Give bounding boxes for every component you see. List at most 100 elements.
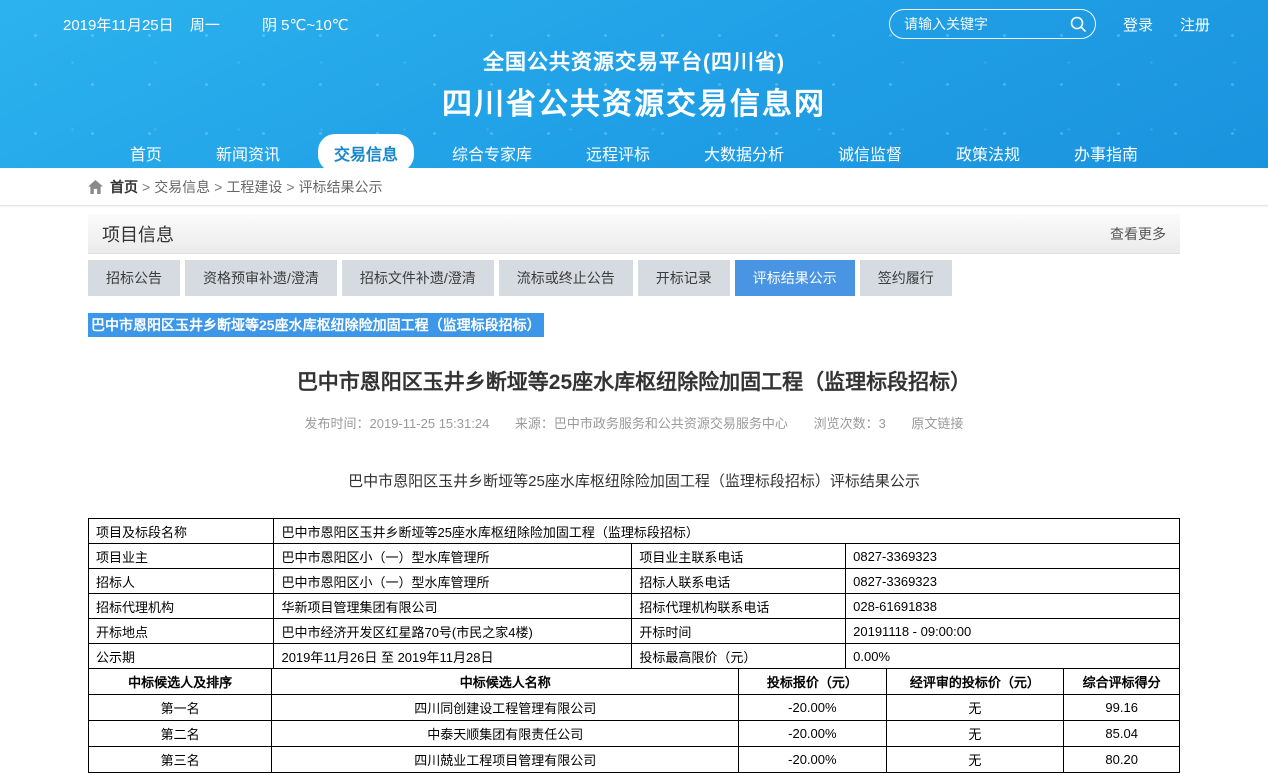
breadcrumb-separator: > [142, 179, 150, 195]
login-link[interactable]: 登录 [1123, 14, 1153, 35]
nav-item-guide[interactable]: 办事指南 [1058, 134, 1154, 168]
table-row: 项目业主 巴中市恩阳区小（一）型水库管理所 项目业主联系电话 0827-3369… [89, 544, 1180, 569]
nav-item-home[interactable]: 首页 [114, 134, 178, 168]
publish-time: 发布时间：2019-11-25 15:31:24 [305, 416, 490, 431]
breadcrumb: 首页 > 交易信息 > 工程建设 > 评标结果公示 [88, 168, 1180, 205]
candidate-name: 中泰天顺集团有限责任公司 [272, 721, 739, 747]
table-row: 招标代理机构 华新项目管理集团有限公司 招标代理机构联系电话 028-61691… [89, 594, 1180, 619]
breadcrumb-separator: > [214, 179, 222, 195]
article-subtitle: 巴中市恩阳区玉井乡断垭等25座水库枢纽除险加固工程（监理标段招标）评标结果公示 [88, 470, 1180, 491]
info-value: 巴中市恩阳区小（一）型水库管理所 [274, 569, 632, 594]
info-label: 开标地点 [89, 619, 274, 644]
table-row: 第二名 中泰天顺集团有限责任公司 -20.00% 无 85.04 [89, 721, 1180, 747]
tab-contract-performance[interactable]: 签约履行 [860, 260, 952, 296]
candidate-score: 85.04 [1064, 721, 1180, 747]
home-icon [88, 180, 103, 194]
breadcrumb-construction[interactable]: 工程建设 [226, 177, 282, 197]
info-label: 项目及标段名称 [89, 519, 274, 544]
nav-item-trade-info[interactable]: 交易信息 [318, 134, 414, 168]
info-label: 招标代理机构 [89, 594, 274, 619]
tab-tender-announcement[interactable]: 招标公告 [88, 260, 180, 296]
nav-item-expert-pool[interactable]: 综合专家库 [436, 134, 548, 168]
date-weather: 2019年11月25日 周一 阴 5℃~10℃ [63, 14, 361, 35]
info-label: 招标人 [89, 569, 274, 594]
candidate-name: 四川同创建设工程管理有限公司 [272, 695, 739, 721]
candidate-bid-price: -20.00% [739, 695, 886, 721]
candidate-rank: 第三名 [89, 747, 272, 773]
info-label: 投标最高限价（元） [632, 644, 846, 669]
topbar: 2019年11月25日 周一 阴 5℃~10℃ 登录 注册 [0, 0, 1268, 39]
weekday-text: 周一 [190, 17, 220, 34]
nav-item-big-data[interactable]: 大数据分析 [688, 134, 800, 168]
nav-item-remote-evaluation[interactable]: 远程评标 [570, 134, 666, 168]
view-more-link[interactable]: 查看更多 [1110, 224, 1166, 244]
info-label: 项目业主 [89, 544, 274, 569]
weather-text: 阴 5℃~10℃ [262, 17, 349, 34]
table-row: 公示期 2019年11月26日 至 2019年11月28日 投标最高限价（元） … [89, 644, 1180, 669]
table-row: 第一名 四川同创建设工程管理有限公司 -20.00% 无 99.16 [89, 695, 1180, 721]
nav-item-integrity[interactable]: 诚信监督 [822, 134, 918, 168]
info-value: 0827-3369323 [846, 544, 1180, 569]
register-link[interactable]: 注册 [1180, 14, 1210, 35]
tab-bid-opening-record[interactable]: 开标记录 [638, 260, 730, 296]
info-value: 巴中市恩阳区小（一）型水库管理所 [274, 544, 632, 569]
project-link-highlighted[interactable]: 巴中市恩阳区玉井乡断垭等25座水库枢纽除险加固工程（监理标段招标） [88, 313, 544, 337]
project-tabs: 招标公告 资格预审补遗/澄清 招标文件补遗/澄清 流标或终止公告 开标记录 评标… [88, 260, 1180, 296]
search-input[interactable] [892, 16, 1069, 32]
candidate-name: 四川兢业工程项目管理有限公司 [272, 747, 739, 773]
info-value: 巴中市经济开发区红星路70号(市民之家4楼) [274, 619, 632, 644]
site-header: 2019年11月25日 周一 阴 5℃~10℃ 登录 注册 全国公共资源交易平台… [0, 0, 1268, 168]
table-header-row: 中标候选人及排序 中标候选人名称 投标报价（元） 经评审的投标价（元） 综合评标… [89, 669, 1180, 695]
date-text: 2019年11月25日 [63, 17, 174, 34]
info-value: 巴中市恩阳区玉井乡断垭等25座水库枢纽除险加固工程（监理标段招标） [274, 519, 1180, 544]
view-count: 浏览次数：3 [814, 416, 886, 431]
breadcrumb-trade-info[interactable]: 交易信息 [154, 177, 210, 197]
tab-evaluation-result[interactable]: 评标结果公示 [735, 260, 855, 296]
info-label: 开标时间 [632, 619, 846, 644]
info-value: 0.00% [846, 644, 1180, 669]
article-title: 巴中市恩阳区玉井乡断垭等25座水库枢纽除险加固工程（监理标段招标） [88, 366, 1180, 396]
breadcrumb-separator: > [286, 179, 294, 195]
article-meta: 发布时间：2019-11-25 15:31:24 来源：巴中市政务服务和公共资源… [88, 413, 1180, 432]
candidate-score: 80.20 [1064, 747, 1180, 773]
table-row: 项目及标段名称 巴中市恩阳区玉井乡断垭等25座水库枢纽除险加固工程（监理标段招标… [89, 519, 1180, 544]
main-content: 项目信息 查看更多 招标公告 资格预审补遗/澄清 招标文件补遗/澄清 流标或终止… [88, 214, 1180, 773]
nav-item-policy[interactable]: 政策法规 [940, 134, 1036, 168]
platform-name: 全国公共资源交易平台(四川省) [0, 46, 1268, 76]
tab-document-addendum[interactable]: 招标文件补遗/澄清 [342, 260, 494, 296]
main-nav: 首页 新闻资讯 交易信息 综合专家库 远程评标 大数据分析 诚信监督 政策法规 … [0, 134, 1268, 168]
info-value: 028-61691838 [846, 594, 1180, 619]
candidate-score: 99.16 [1064, 695, 1180, 721]
search-box[interactable] [889, 9, 1096, 39]
section-title: 项目信息 [102, 221, 174, 247]
candidate-rank: 第一名 [89, 695, 272, 721]
info-label: 招标代理机构联系电话 [632, 594, 846, 619]
article-source: 来源：巴中市政务服务和公共资源交易服务中心 [515, 416, 788, 431]
section-bar: 项目信息 查看更多 [88, 214, 1180, 254]
col-header-name: 中标候选人名称 [272, 669, 739, 695]
table-row: 第三名 四川兢业工程项目管理有限公司 -20.00% 无 80.20 [89, 747, 1180, 773]
info-value: 0827-3369323 [846, 569, 1180, 594]
col-header-evaluated-price: 经评审的投标价（元） [886, 669, 1064, 695]
candidate-rank: 第二名 [89, 721, 272, 747]
col-header-rank: 中标候选人及排序 [89, 669, 272, 695]
original-link[interactable]: 原文链接 [911, 416, 963, 431]
tab-prequalification-addendum[interactable]: 资格预审补遗/澄清 [185, 260, 337, 296]
breadcrumb-result-publicity[interactable]: 评标结果公示 [299, 177, 383, 197]
candidates-table: 中标候选人及排序 中标候选人名称 投标报价（元） 经评审的投标价（元） 综合评标… [88, 668, 1180, 773]
info-label: 招标人联系电话 [632, 569, 846, 594]
candidate-bid-price: -20.00% [739, 747, 886, 773]
info-label: 项目业主联系电话 [632, 544, 846, 569]
candidate-evaluated-price: 无 [886, 695, 1064, 721]
site-name: 四川省公共资源交易信息网 [0, 79, 1268, 123]
project-info-table: 项目及标段名称 巴中市恩阳区玉井乡断垭等25座水库枢纽除险加固工程（监理标段招标… [88, 518, 1180, 669]
site-brand: 全国公共资源交易平台(四川省) 四川省公共资源交易信息网 [0, 46, 1268, 123]
candidate-bid-price: -20.00% [739, 721, 886, 747]
info-value: 2019年11月26日 至 2019年11月28日 [274, 644, 632, 669]
nav-item-news[interactable]: 新闻资讯 [200, 134, 296, 168]
breadcrumb-home[interactable]: 首页 [110, 177, 138, 197]
info-value: 20191118 - 09:00:00 [846, 619, 1180, 644]
info-value: 华新项目管理集团有限公司 [274, 594, 632, 619]
search-icon[interactable] [1069, 15, 1087, 33]
tab-failure-termination[interactable]: 流标或终止公告 [499, 260, 633, 296]
